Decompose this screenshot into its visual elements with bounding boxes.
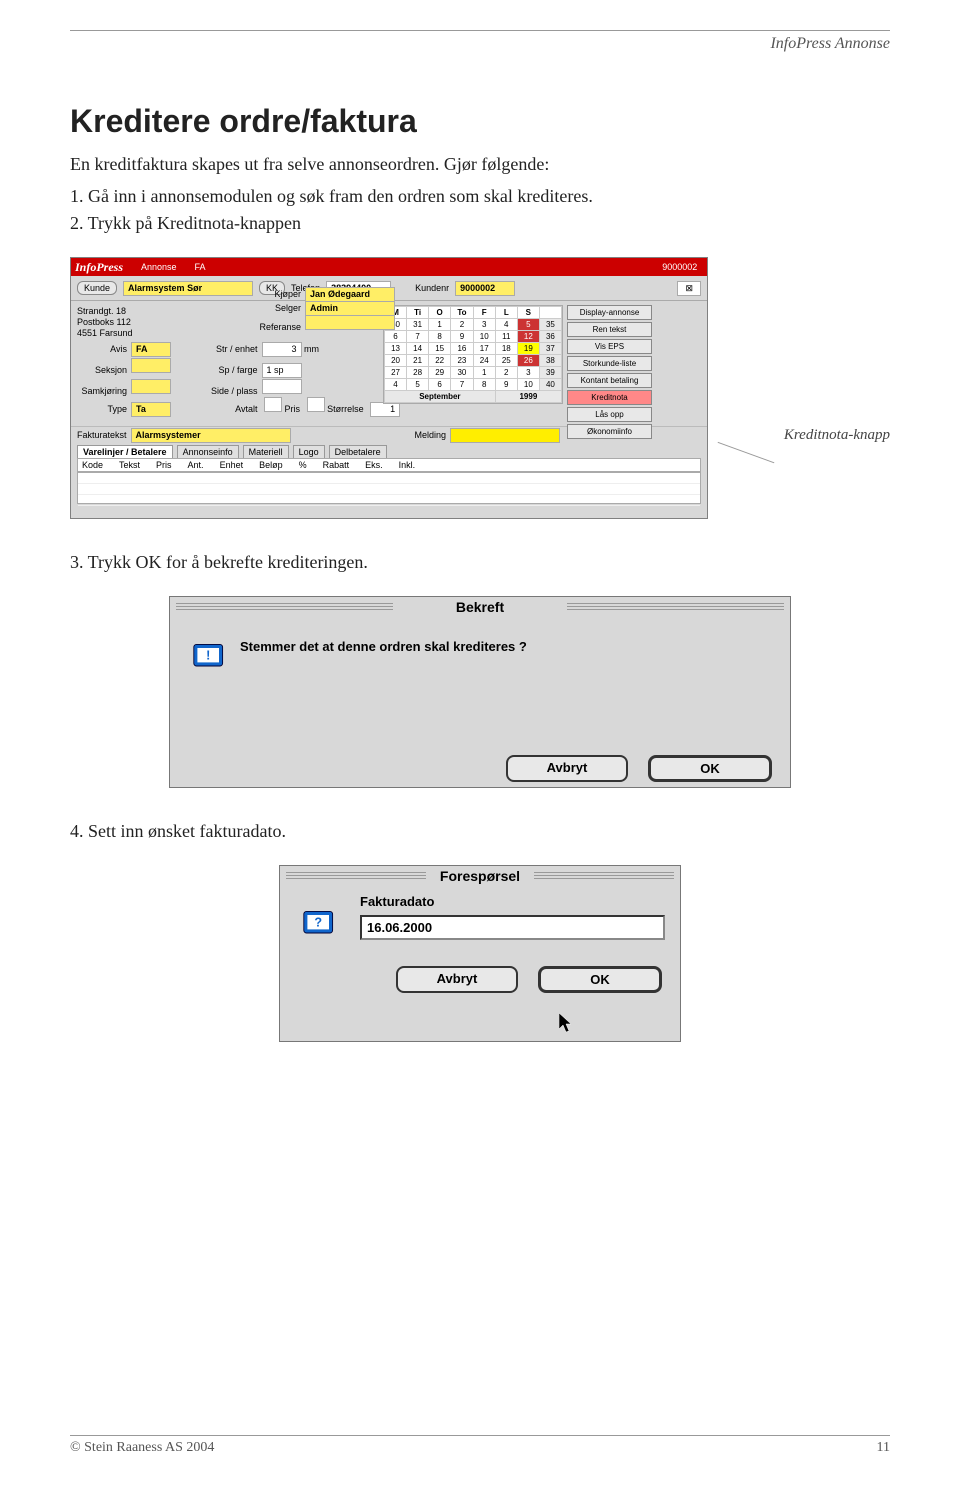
storkunde-liste-button[interactable]: Storkunde-liste <box>567 356 652 371</box>
samkjoring-field[interactable] <box>131 379 171 394</box>
pris-check-label: Pris <box>285 404 301 414</box>
line-items-grid[interactable] <box>77 472 701 504</box>
tab-materiell[interactable]: Materiell <box>243 445 289 458</box>
col-belp: Beløp <box>259 460 283 470</box>
referanse-field[interactable] <box>305 315 395 330</box>
avbryt-button[interactable]: Avbryt <box>396 966 518 993</box>
-konomiinfo-button[interactable]: Økonomiinfo <box>567 424 652 439</box>
annonse-window: InfoPress Annonse FA 9000002 Kunde Alarm… <box>70 257 708 519</box>
col-kode: Kode <box>82 460 103 470</box>
fakturadato-input[interactable] <box>360 915 665 940</box>
warning-icon: ! <box>190 637 230 677</box>
order-number: 9000002 <box>662 262 697 272</box>
window-title-annonse: Annonse <box>141 262 177 272</box>
col-inkl: Inkl. <box>399 460 416 470</box>
storrelse-checkbox[interactable] <box>307 397 325 412</box>
selger-label: Selger <box>241 303 301 313</box>
col-ant: Ant. <box>188 460 204 470</box>
storrelse-check-label: Størrelse <box>327 404 364 414</box>
infopress-logo: InfoPress <box>75 260 123 275</box>
svg-text:!: ! <box>206 649 210 663</box>
l-s-opp-button[interactable]: Lås opp <box>567 407 652 422</box>
col-eks: Eks. <box>365 460 383 470</box>
date-calendar[interactable]: MTiOToFLS3031123453567891011123613141516… <box>383 305 563 404</box>
type-field[interactable]: Ta <box>131 402 171 417</box>
tab-annonseinfo[interactable]: Annonseinfo <box>177 445 239 458</box>
avtalt-label: Avtalt <box>198 404 258 414</box>
melding-field[interactable] <box>450 428 560 443</box>
intro-text: En kreditfaktura skapes ut fra selve ann… <box>70 154 890 175</box>
display-annonse-button[interactable]: Display-annonse <box>567 305 652 320</box>
vis-eps-button[interactable]: Vis EPS <box>567 339 652 354</box>
fakturatekst-label: Fakturatekst <box>77 430 127 440</box>
annotation-kreditnota: Kreditnota-knapp <box>784 427 890 444</box>
seksjon-field[interactable] <box>131 358 171 373</box>
avis-label: Avis <box>77 344 127 354</box>
kundenr-label: Kundenr <box>415 283 449 293</box>
seksjon-label: Seksjon <box>77 365 127 375</box>
ok-button[interactable]: OK <box>538 966 662 993</box>
avis-field[interactable]: FA <box>131 342 171 357</box>
foresporsel-title: Forespørsel <box>280 866 680 886</box>
footer-copyright: © Stein Raaness AS 2004 <box>70 1440 214 1456</box>
kreditnota-button[interactable]: Kreditnota <box>567 390 652 405</box>
step-2: 2. Trykk på Kreditnota-knappen <box>70 210 890 237</box>
kjoper-field[interactable]: Jan Ødegaard <box>305 287 395 302</box>
side-field[interactable] <box>262 379 302 394</box>
col-: % <box>299 460 307 470</box>
pris-checkbox[interactable] <box>264 397 282 412</box>
fakturadato-label: Fakturadato <box>360 894 660 909</box>
col-enhet: Enhet <box>220 460 244 470</box>
sp-field[interactable]: 1 sp <box>262 363 302 378</box>
tab-delbetalere[interactable]: Delbetalere <box>329 445 387 458</box>
avbryt-button[interactable]: Avbryt <box>506 755 628 782</box>
tab-varelinjer-betalere[interactable]: Varelinjer / Betalere <box>77 445 173 458</box>
col-tekst: Tekst <box>119 460 140 470</box>
col-pris: Pris <box>156 460 172 470</box>
referanse-label: Referanse <box>241 322 301 332</box>
ren-tekst-button[interactable]: Ren tekst <box>567 322 652 337</box>
ok-button[interactable]: OK <box>648 755 772 782</box>
cursor-icon <box>559 1013 575 1033</box>
str-field[interactable]: 3 <box>262 342 302 357</box>
lookup-icon[interactable]: ⊠ <box>677 281 701 296</box>
type-label: Type <box>77 404 127 414</box>
samkjoring-label: Samkjøring <box>77 386 127 396</box>
kontant-betaling-button[interactable]: Kontant betaling <box>567 373 652 388</box>
foresporsel-dialog: Forespørsel ? Fakturadato Avbryt OK <box>279 865 681 1042</box>
tab-logo[interactable]: Logo <box>293 445 325 458</box>
sp-label: Sp / farge <box>198 365 258 375</box>
side-label: Side / plass <box>198 386 258 396</box>
str-unit: mm <box>304 344 319 354</box>
question-icon: ? <box>300 904 340 944</box>
section-heading: Kreditere ordre/faktura <box>70 103 890 140</box>
step-3: 3. Trykk OK for å bekrefte krediteringen… <box>70 549 890 576</box>
svg-text:?: ? <box>314 916 322 930</box>
str-label: Str / enhet <box>198 344 258 354</box>
bekreft-dialog: Bekreft ! Stemmer det at denne ordren sk… <box>169 596 791 788</box>
bekreft-title: Bekreft <box>170 597 790 617</box>
kundenr-field[interactable]: 9000002 <box>455 281 515 296</box>
kunde-field[interactable]: Alarmsystem Sør <box>123 281 253 296</box>
kjoper-label: Kjøper <box>241 289 301 299</box>
fakturatekst-field[interactable]: Alarmsystemer <box>131 428 291 443</box>
footer-page-number: 11 <box>877 1440 890 1456</box>
selger-field[interactable]: Admin <box>305 301 395 316</box>
melding-label: Melding <box>415 430 447 440</box>
bekreft-message: Stemmer det at denne ordren skal kredite… <box>240 639 527 654</box>
step-1: 1. Gå inn i annonsemodulen og søk fram d… <box>70 183 890 210</box>
running-header: InfoPress Annonse <box>70 35 890 53</box>
kunde-button[interactable]: Kunde <box>77 281 117 295</box>
step-4: 4. Sett inn ønsket fakturadato. <box>70 818 890 845</box>
window-title-fa: FA <box>195 262 206 272</box>
col-rabatt: Rabatt <box>323 460 350 470</box>
